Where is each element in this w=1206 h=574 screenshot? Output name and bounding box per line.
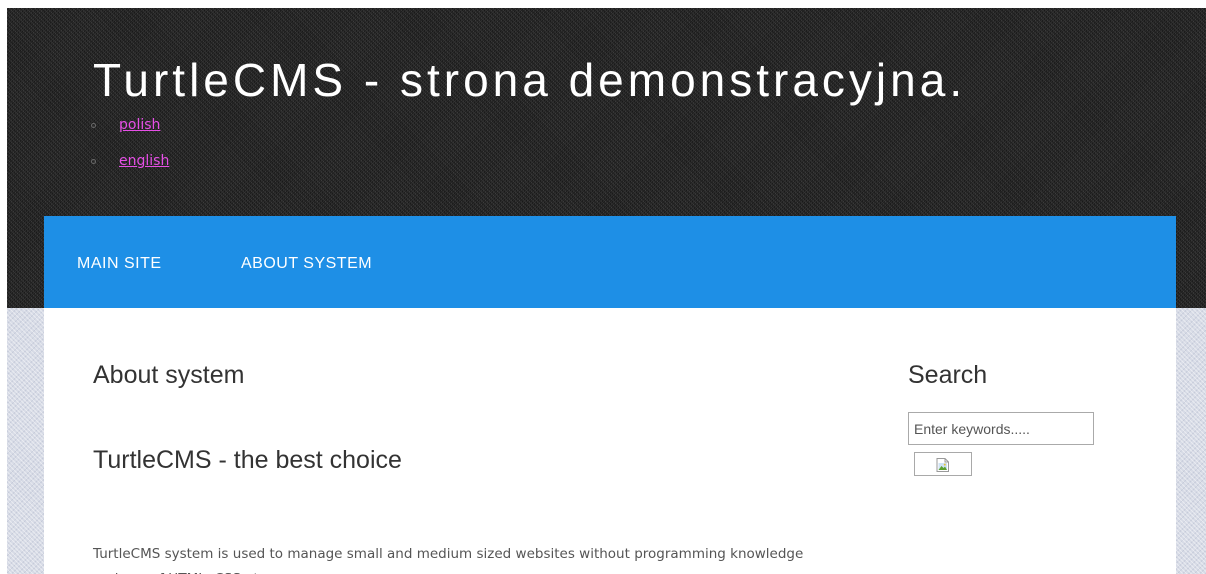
page-background: TurtleCMS - strona demonstracyjna. polis… xyxy=(7,8,1206,574)
list-bullet-icon xyxy=(91,123,96,128)
article-text: TurtleCMS system is used to manage small… xyxy=(93,546,804,574)
language-link-polish[interactable]: polish xyxy=(119,117,160,133)
broken-image-icon xyxy=(936,458,949,472)
search-button[interactable] xyxy=(914,452,972,476)
nav-item-about-system[interactable]: ABOUT SYSTEM xyxy=(241,216,372,308)
article-title: TurtleCMS - the best choice xyxy=(93,446,402,474)
language-list: polish english xyxy=(89,114,169,186)
nav-item-main-site[interactable]: MAIN SITE xyxy=(77,216,162,308)
language-item-polish: polish xyxy=(89,114,169,150)
list-bullet-icon xyxy=(91,159,96,164)
main-container: MAIN SITE ABOUT SYSTEM About system Turt… xyxy=(44,216,1176,574)
page-title: About system xyxy=(93,361,245,389)
site-title: TurtleCMS - strona demonstracyjna. xyxy=(93,54,967,106)
search-heading: Search xyxy=(908,361,988,389)
language-item-english: english xyxy=(89,150,169,186)
search-input[interactable] xyxy=(908,412,1094,445)
main-navigation: MAIN SITE ABOUT SYSTEM xyxy=(44,216,1176,308)
language-link-english[interactable]: english xyxy=(119,153,169,169)
